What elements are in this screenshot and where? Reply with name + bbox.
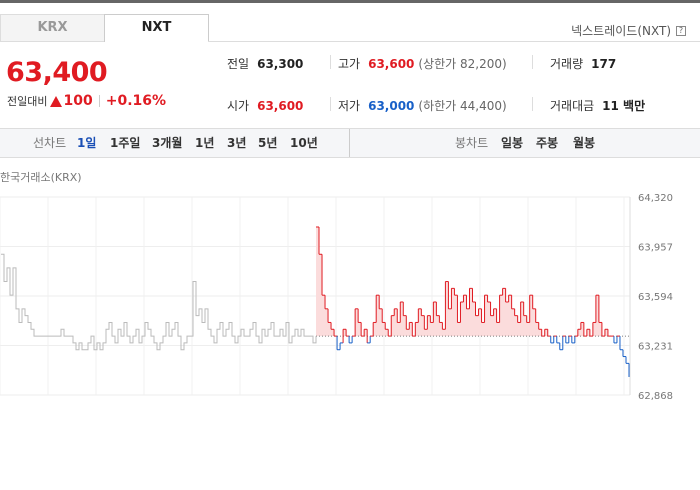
stat-volume-label: 거래량 xyxy=(550,57,584,71)
change-percent: +0.16% xyxy=(105,93,167,109)
intraday-chart: 64,320 63,957 63,594 63,231 62,868 xyxy=(0,193,673,400)
chart-toolbar: 선차트 1일 1주일 3개월 1년 3년 5년 10년 봉차트 일봉 주봉 월봉 xyxy=(0,128,700,158)
top-border xyxy=(0,0,700,3)
period-1y-button[interactable]: 1년 xyxy=(195,129,214,157)
chart-grid xyxy=(0,196,631,396)
price-change: 전일대비 100 +0.16% xyxy=(7,93,166,109)
provider-label: 넥스트레이드(NXT) ? xyxy=(571,22,686,39)
stat-prev-label: 전일 xyxy=(227,57,250,71)
provider-name: 넥스트레이드(NXT) xyxy=(571,24,671,38)
y-tick-label: 64,320 xyxy=(638,193,673,204)
tab-krx[interactable]: KRX xyxy=(0,14,105,42)
candle-chart-label: 봉차트 xyxy=(455,136,489,150)
y-tick-label: 63,594 xyxy=(638,292,673,303)
stat-high-label: 고가 xyxy=(338,57,361,71)
stat-divider xyxy=(330,97,331,111)
stat-open-label: 시가 xyxy=(227,99,250,113)
chart-lines xyxy=(1,226,630,377)
tab-underline xyxy=(208,41,700,42)
stat-value-label: 거래대금 xyxy=(550,99,595,113)
period-5y-button[interactable]: 5년 xyxy=(258,129,277,157)
y-tick-label: 63,231 xyxy=(638,342,673,353)
stat-value: 거래대금 11 백만 xyxy=(550,97,645,114)
period-10y-button[interactable]: 10년 xyxy=(290,129,318,157)
period-1d-button[interactable]: 1일 xyxy=(77,129,96,157)
stat-divider xyxy=(532,97,533,111)
chart-fills xyxy=(316,227,629,337)
stat-upper-limit: (상한가 82,200) xyxy=(418,57,507,71)
price-stats: 전일 63,300 고가 63,600 (상한가 82,200) 거래량 177… xyxy=(210,48,700,123)
stat-open: 시가 63,600 xyxy=(227,97,303,114)
stat-prev: 전일 63,300 xyxy=(227,55,303,72)
stat-prev-value: 63,300 xyxy=(257,56,304,71)
stat-divider xyxy=(330,55,331,69)
period-3y-button[interactable]: 3년 xyxy=(227,129,246,157)
y-axis: 64,320 63,957 63,594 63,231 62,868 xyxy=(638,193,673,400)
candle-daily-button[interactable]: 일봉 xyxy=(501,129,523,157)
candle-weekly-button[interactable]: 주봉 xyxy=(536,129,558,157)
toolbar-divider xyxy=(349,129,350,157)
y-tick-label: 62,868 xyxy=(638,391,673,400)
stat-high-value: 63,600 xyxy=(368,56,415,71)
change-label: 전일대비 xyxy=(7,95,48,108)
line-chart-label: 선차트 xyxy=(33,136,67,150)
period-3m-button[interactable]: 3개월 xyxy=(152,129,182,157)
change-divider xyxy=(98,95,100,107)
stat-lower-limit: (하한가 44,400) xyxy=(418,99,507,113)
stat-open-value: 63,600 xyxy=(257,98,304,113)
stat-volume: 거래량 177 xyxy=(550,55,616,72)
y-tick-label: 63,957 xyxy=(638,243,673,254)
stat-low: 저가 63,000 (하한가 44,400) xyxy=(338,97,507,114)
stat-volume-value: 177 xyxy=(591,56,617,71)
area-fill-up xyxy=(316,227,629,337)
help-icon[interactable]: ? xyxy=(676,25,686,36)
period-1w-button[interactable]: 1주일 xyxy=(110,129,140,157)
stat-low-value: 63,000 xyxy=(368,98,415,113)
up-triangle-icon xyxy=(50,95,63,107)
change-amount: 100 xyxy=(63,93,93,109)
stat-low-label: 저가 xyxy=(338,99,361,113)
exchange-label: 한국거래소(KRX) xyxy=(0,171,82,184)
stat-value-amount: 11 백만 xyxy=(602,99,646,113)
stat-divider xyxy=(532,55,533,69)
tab-nxt[interactable]: NXT xyxy=(104,14,209,42)
candle-monthly-button[interactable]: 월봉 xyxy=(573,129,595,157)
stat-high: 고가 63,600 (상한가 82,200) xyxy=(338,55,507,72)
current-price: 63,400 xyxy=(6,57,108,88)
